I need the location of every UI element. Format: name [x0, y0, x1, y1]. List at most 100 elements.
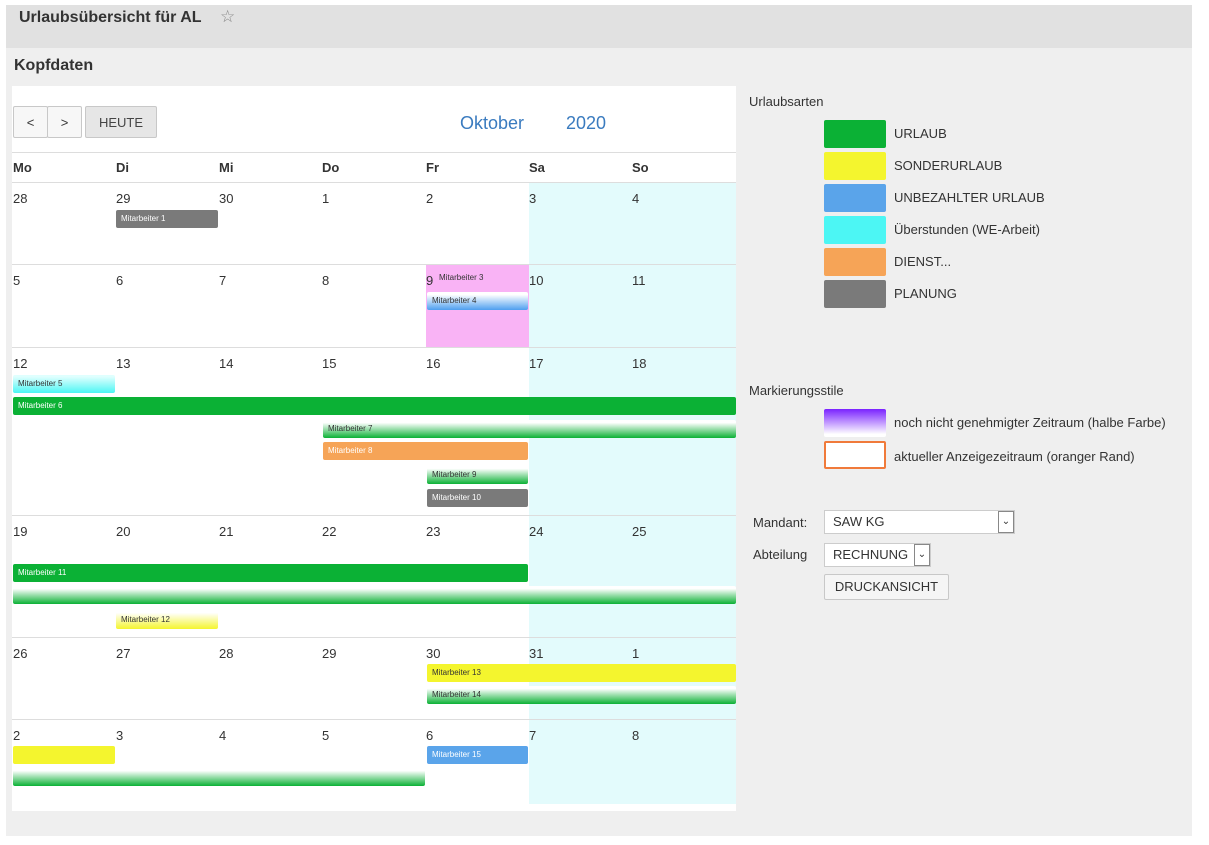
day-number: 22 [322, 524, 337, 539]
day-number: 20 [116, 524, 131, 539]
day-number: 8 [322, 273, 330, 288]
event-bar[interactable]: Mitarbeiter 4 [427, 292, 528, 310]
day-number: 16 [426, 356, 441, 371]
chevron-down-icon[interactable]: ⌄ [998, 511, 1014, 533]
divider [12, 152, 736, 153]
divider [12, 347, 736, 348]
day-number: 31 [529, 646, 544, 661]
event-bar-continuation[interactable] [13, 768, 425, 786]
day-number: 6 [426, 728, 434, 743]
day-number: 25 [632, 524, 647, 539]
next-button[interactable]: > [47, 106, 82, 138]
divider [12, 515, 736, 516]
event-bar[interactable]: Mitarbeiter 6 [13, 397, 736, 415]
day-number: 1 [322, 191, 330, 206]
legend-swatch [824, 184, 886, 212]
legend-label: DIENST... [894, 254, 952, 269]
day-number: 5 [13, 273, 21, 288]
legend-swatch [824, 216, 886, 244]
legend-swatch [824, 280, 886, 308]
day-number: 5 [322, 728, 330, 743]
legend-swatch [824, 152, 886, 180]
weekday-header: Sa [529, 160, 545, 175]
event-bar[interactable]: Mitarbeiter 14 [427, 686, 736, 704]
weekday-header: So [632, 160, 649, 175]
prev-button[interactable]: < [13, 106, 48, 138]
day-number: 19 [13, 524, 28, 539]
style-label: noch nicht genehmigter Zeitraum (halbe F… [894, 415, 1166, 430]
day-number: 30 [219, 191, 234, 206]
mandant-select[interactable]: SAW KG [824, 510, 1015, 534]
print-view-button[interactable]: DRUCKANSICHT [824, 574, 949, 600]
legend-swatch [824, 248, 886, 276]
style-label: aktueller Anzeigezeitraum (oranger Rand) [894, 449, 1135, 464]
day-number: 7 [219, 273, 227, 288]
day-number: 3 [116, 728, 124, 743]
day-number: 15 [322, 356, 337, 371]
day-number: 4 [632, 191, 640, 206]
divider [12, 264, 736, 265]
event-bar[interactable]: Mitarbeiter 10 [427, 489, 528, 507]
year-label: 2020 [566, 113, 607, 133]
section-title: Kopfdaten [14, 57, 94, 74]
event-bar[interactable]: Mitarbeiter 15 [427, 746, 528, 764]
legend-label: Überstunden (WE-Arbeit) [894, 222, 1040, 237]
pending-style-swatch [824, 409, 886, 437]
day-number: 23 [426, 524, 441, 539]
event-bar[interactable]: Mitarbeiter 1 [116, 210, 218, 228]
event-bar[interactable]: Mitarbeiter 13 [427, 664, 736, 682]
weekday-header: Di [116, 160, 129, 175]
weekday-header: Mo [13, 160, 32, 175]
legend-label: PLANUNG [894, 286, 957, 301]
day-number: 1 [632, 646, 640, 661]
divider [12, 637, 736, 638]
event-bar[interactable]: Mitarbeiter 12 [116, 611, 218, 629]
event-bar[interactable]: Mitarbeiter 8 [323, 442, 528, 460]
day-number: 17 [529, 356, 544, 371]
day-number: 28 [219, 646, 234, 661]
legend-title: Urlaubsarten [749, 94, 824, 109]
legend-swatch [824, 120, 886, 148]
day-number: 8 [632, 728, 640, 743]
day-number: 12 [13, 356, 28, 371]
weekday-header: Do [322, 160, 340, 175]
day-number: 4 [219, 728, 227, 743]
weekday-header: Mi [219, 160, 234, 175]
event-bar[interactable]: Mitarbeiter 3 [434, 270, 524, 286]
day-number: 3 [529, 191, 537, 206]
legend-label: SONDERURLAUB [894, 158, 1003, 173]
day-number: 2 [426, 191, 434, 206]
day-number: 26 [13, 646, 28, 661]
chevron-down-icon[interactable]: ⌄ [914, 544, 930, 566]
divider [12, 719, 736, 720]
day-number: 28 [13, 191, 28, 206]
day-number: 2 [13, 728, 21, 743]
day-number: 18 [632, 356, 647, 371]
abteilung-label: Abteilung [753, 547, 808, 562]
favorite-star-icon[interactable]: ☆ [220, 7, 235, 27]
divider [12, 182, 736, 183]
event-bar-continuation[interactable] [13, 586, 736, 604]
event-bar-continuation[interactable] [13, 746, 115, 764]
day-number: 29 [322, 646, 337, 661]
legend-label: UNBEZAHLTER URLAUB [894, 190, 1045, 205]
day-number: 24 [529, 524, 544, 539]
event-bar[interactable]: Mitarbeiter 9 [427, 466, 528, 484]
day-number: 14 [219, 356, 234, 371]
weekday-header: Fr [426, 160, 439, 175]
month-label: Oktober [460, 113, 525, 133]
day-number: 7 [529, 728, 537, 743]
legend-label: URLAUB [894, 126, 947, 141]
day-number: 30 [426, 646, 441, 661]
page-title: Urlaubsübersicht für AL [19, 9, 202, 26]
day-number: 13 [116, 356, 131, 371]
styles-title: Markierungsstile [749, 383, 844, 398]
day-number: 6 [116, 273, 124, 288]
day-number: 9 [426, 273, 434, 288]
day-number: 21 [219, 524, 234, 539]
event-bar[interactable]: Mitarbeiter 7 [323, 420, 736, 438]
today-button[interactable]: HEUTE [85, 106, 157, 138]
day-number: 11 [632, 273, 646, 288]
event-bar[interactable]: Mitarbeiter 5 [13, 375, 115, 393]
event-bar[interactable]: Mitarbeiter 11 [13, 564, 528, 582]
